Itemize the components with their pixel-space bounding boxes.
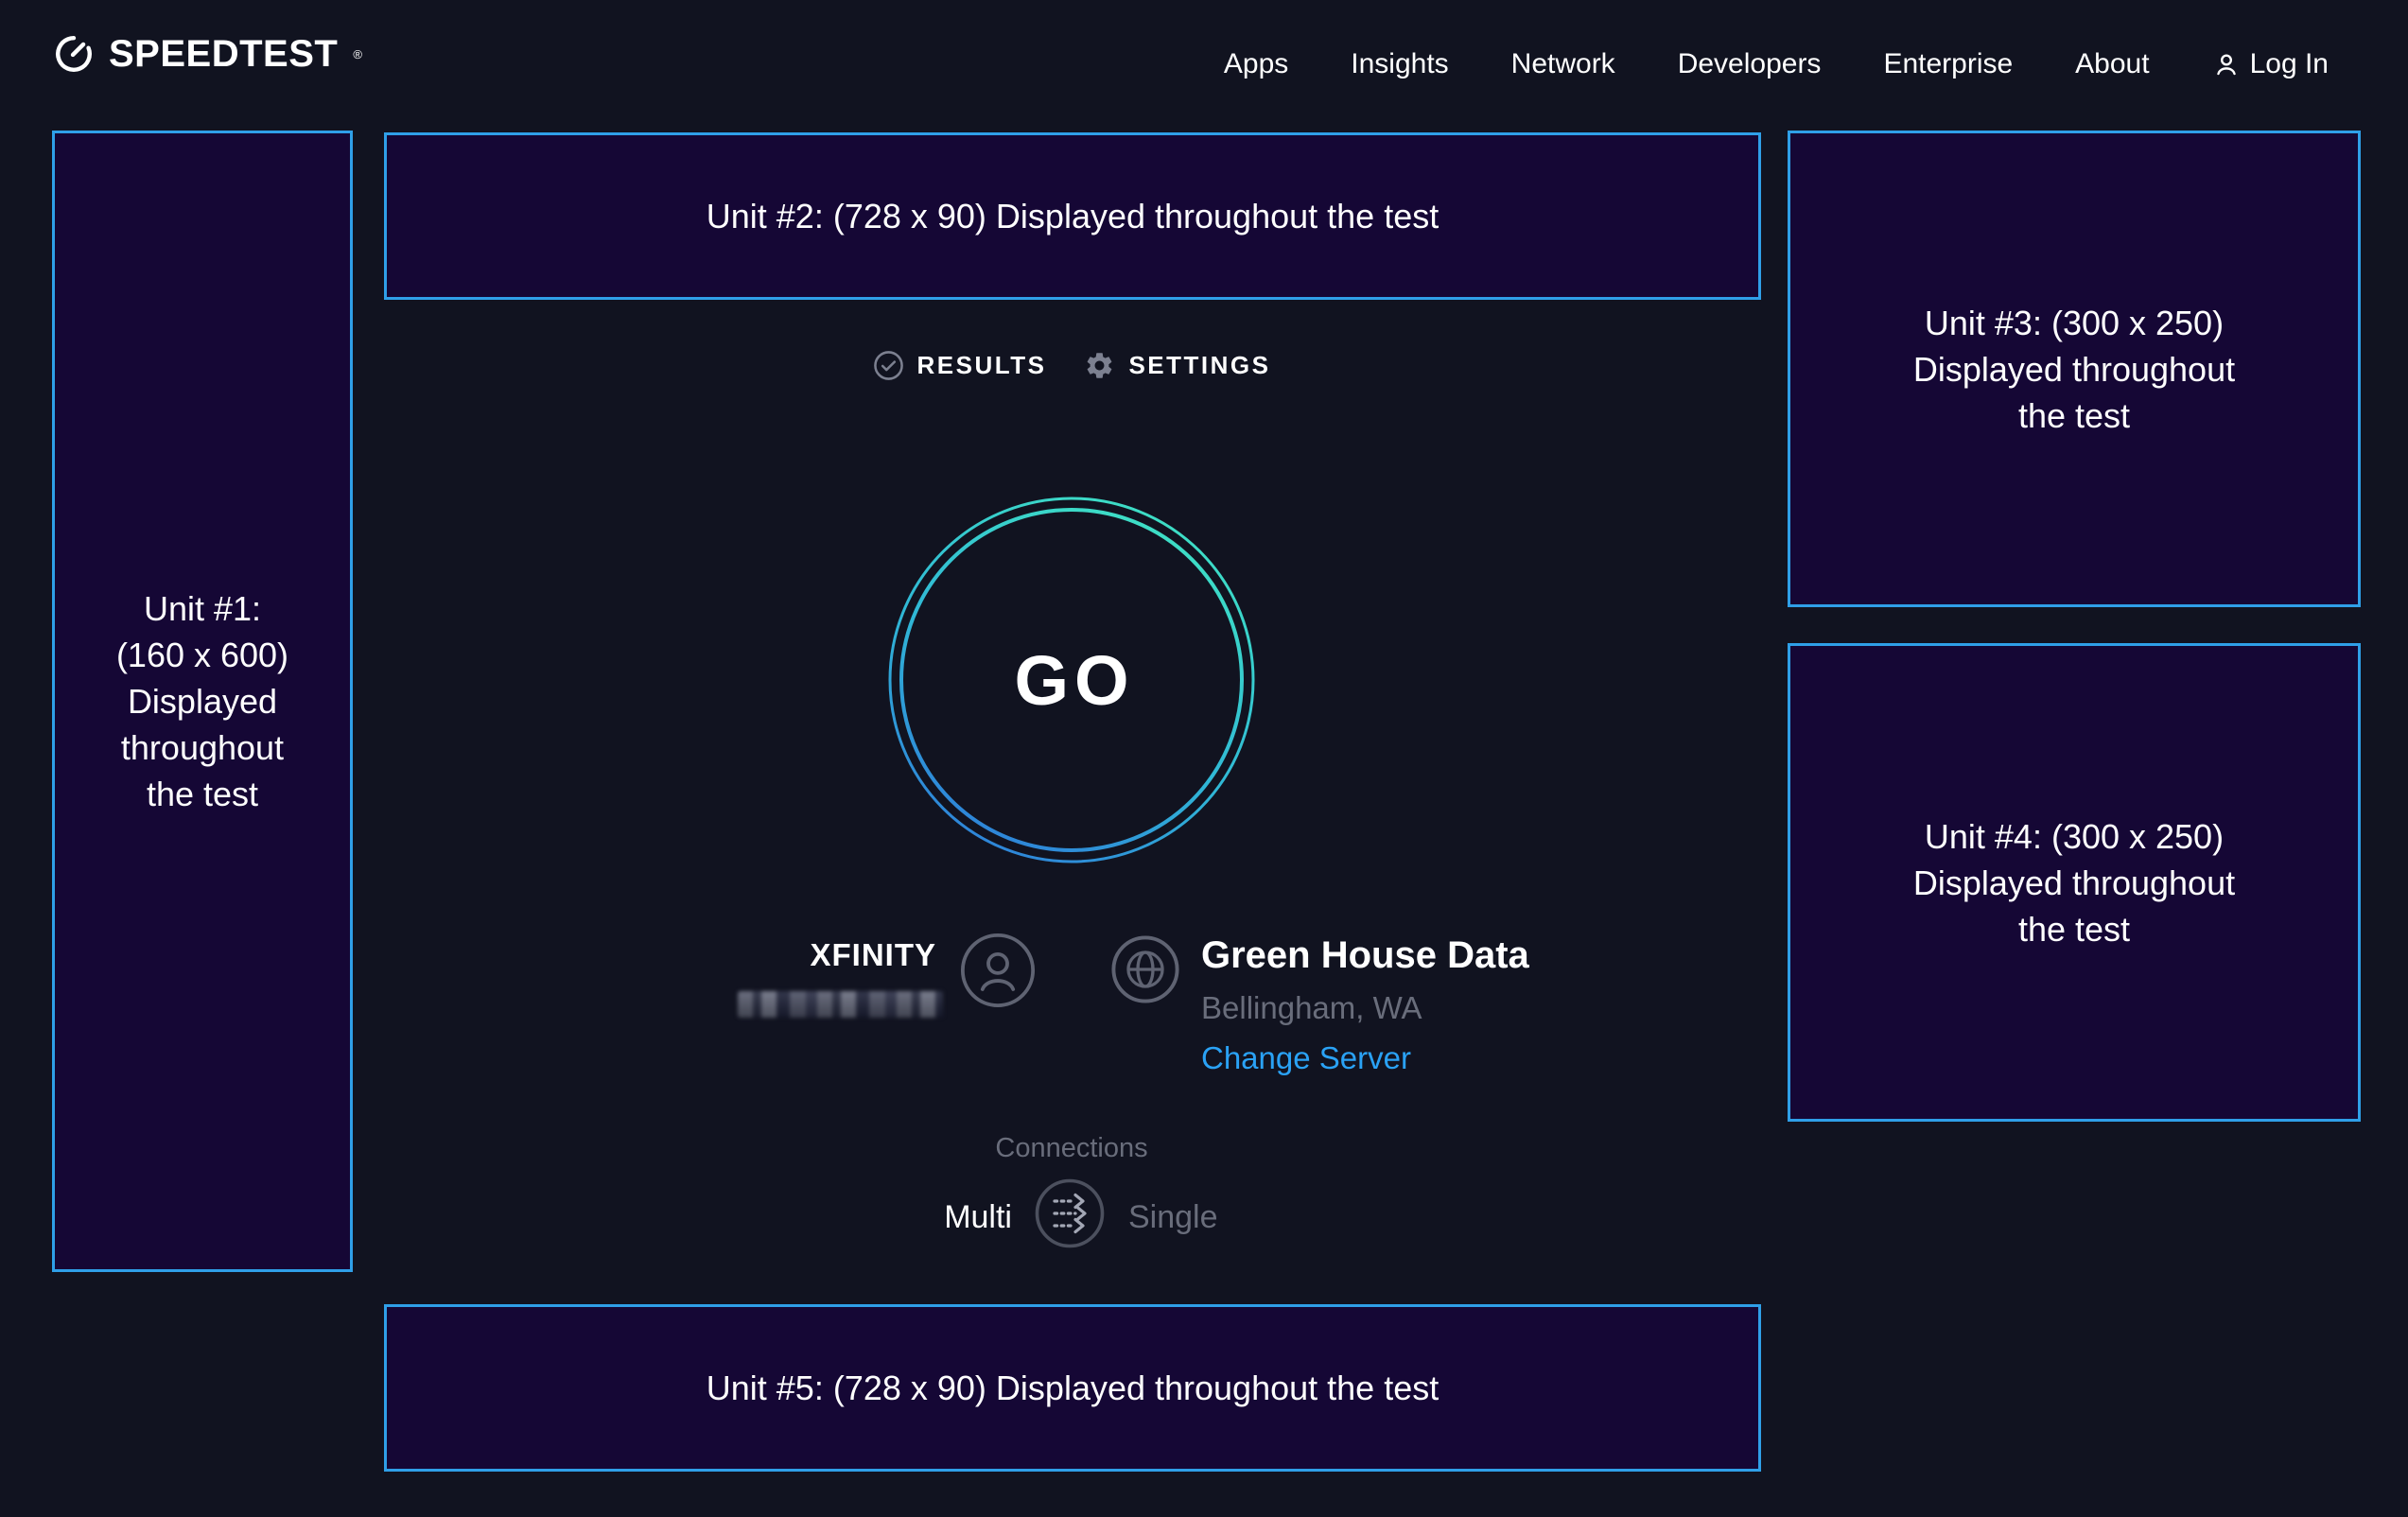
isp-person-icon <box>960 933 1036 1008</box>
go-button[interactable]: GO <box>887 496 1256 864</box>
nav-item-enterprise[interactable]: Enterprise <box>1883 50 2013 78</box>
login-label: Log In <box>2250 50 2329 78</box>
speedtest-page: SPEEDTEST ® Apps Insights Network Develop… <box>0 0 2408 1517</box>
nav-item-network[interactable]: Network <box>1511 50 1615 78</box>
tab-results[interactable]: RESULTS <box>873 350 1047 381</box>
connections-multi-option[interactable]: Multi <box>851 1201 1012 1233</box>
ad-unit-3-text: Unit #3: (300 x 250) Displayed throughou… <box>1913 300 2235 439</box>
gear-icon <box>1084 350 1115 381</box>
connections-heading: Connections <box>882 1135 1261 1162</box>
ad-unit-1-skyscraper[interactable]: Unit #1: (160 x 600) Displayed throughou… <box>52 131 353 1272</box>
tab-results-label: RESULTS <box>917 353 1047 377</box>
server-location: Bellingham, WA <box>1201 992 1422 1023</box>
nav-item-developers[interactable]: Developers <box>1678 50 1822 78</box>
tab-settings-label: SETTINGS <box>1128 353 1270 377</box>
ad-unit-2-leaderboard[interactable]: Unit #2: (728 x 90) Displayed throughout… <box>384 132 1761 300</box>
go-button-label: GO <box>887 496 1256 864</box>
top-nav-bar: SPEEDTEST ® Apps Insights Network Develop… <box>0 0 2408 129</box>
speedtest-logo[interactable]: SPEEDTEST ® <box>52 32 362 76</box>
main-nav: Apps Insights Network Developers Enterpr… <box>1224 0 2329 129</box>
tab-settings[interactable]: SETTINGS <box>1084 350 1270 381</box>
speedtest-gauge-icon <box>52 32 96 76</box>
ad-unit-2-text: Unit #2: (728 x 90) Displayed throughout… <box>707 193 1439 239</box>
nav-item-apps[interactable]: Apps <box>1224 50 1288 78</box>
login-link[interactable]: Log In <box>2212 50 2329 78</box>
ad-unit-1-text: Unit #1: (160 x 600) Displayed throughou… <box>116 585 288 817</box>
ad-unit-4-text: Unit #4: (300 x 250) Displayed throughou… <box>1913 813 2235 952</box>
nav-item-about[interactable]: About <box>2075 50 2149 78</box>
connections-single-option[interactable]: Single <box>1128 1201 1218 1233</box>
ip-address-redacted <box>738 991 943 1018</box>
ad-unit-5-text: Unit #5: (728 x 90) Displayed throughout… <box>707 1365 1439 1411</box>
server-name: Green House Data <box>1201 936 1529 974</box>
ad-unit-5-leaderboard[interactable]: Unit #5: (728 x 90) Displayed throughout… <box>384 1304 1761 1472</box>
check-circle-icon <box>873 350 904 381</box>
results-settings-tabs: RESULTS SETTINGS <box>882 346 1261 384</box>
login-person-icon <box>2212 50 2241 78</box>
ad-unit-4-rectangle[interactable]: Unit #4: (300 x 250) Displayed throughou… <box>1788 643 2361 1122</box>
isp-name: XFINITY <box>662 939 936 970</box>
server-globe-icon <box>1110 934 1180 1004</box>
ad-unit-3-rectangle[interactable]: Unit #3: (300 x 250) Displayed throughou… <box>1788 131 2361 607</box>
change-server-link[interactable]: Change Server <box>1201 1042 1411 1073</box>
connections-toggle-icon[interactable] <box>1034 1177 1106 1249</box>
nav-item-insights[interactable]: Insights <box>1351 50 1448 78</box>
logo-wordmark: SPEEDTEST <box>109 35 338 73</box>
logo-trademark: ® <box>353 47 362 61</box>
